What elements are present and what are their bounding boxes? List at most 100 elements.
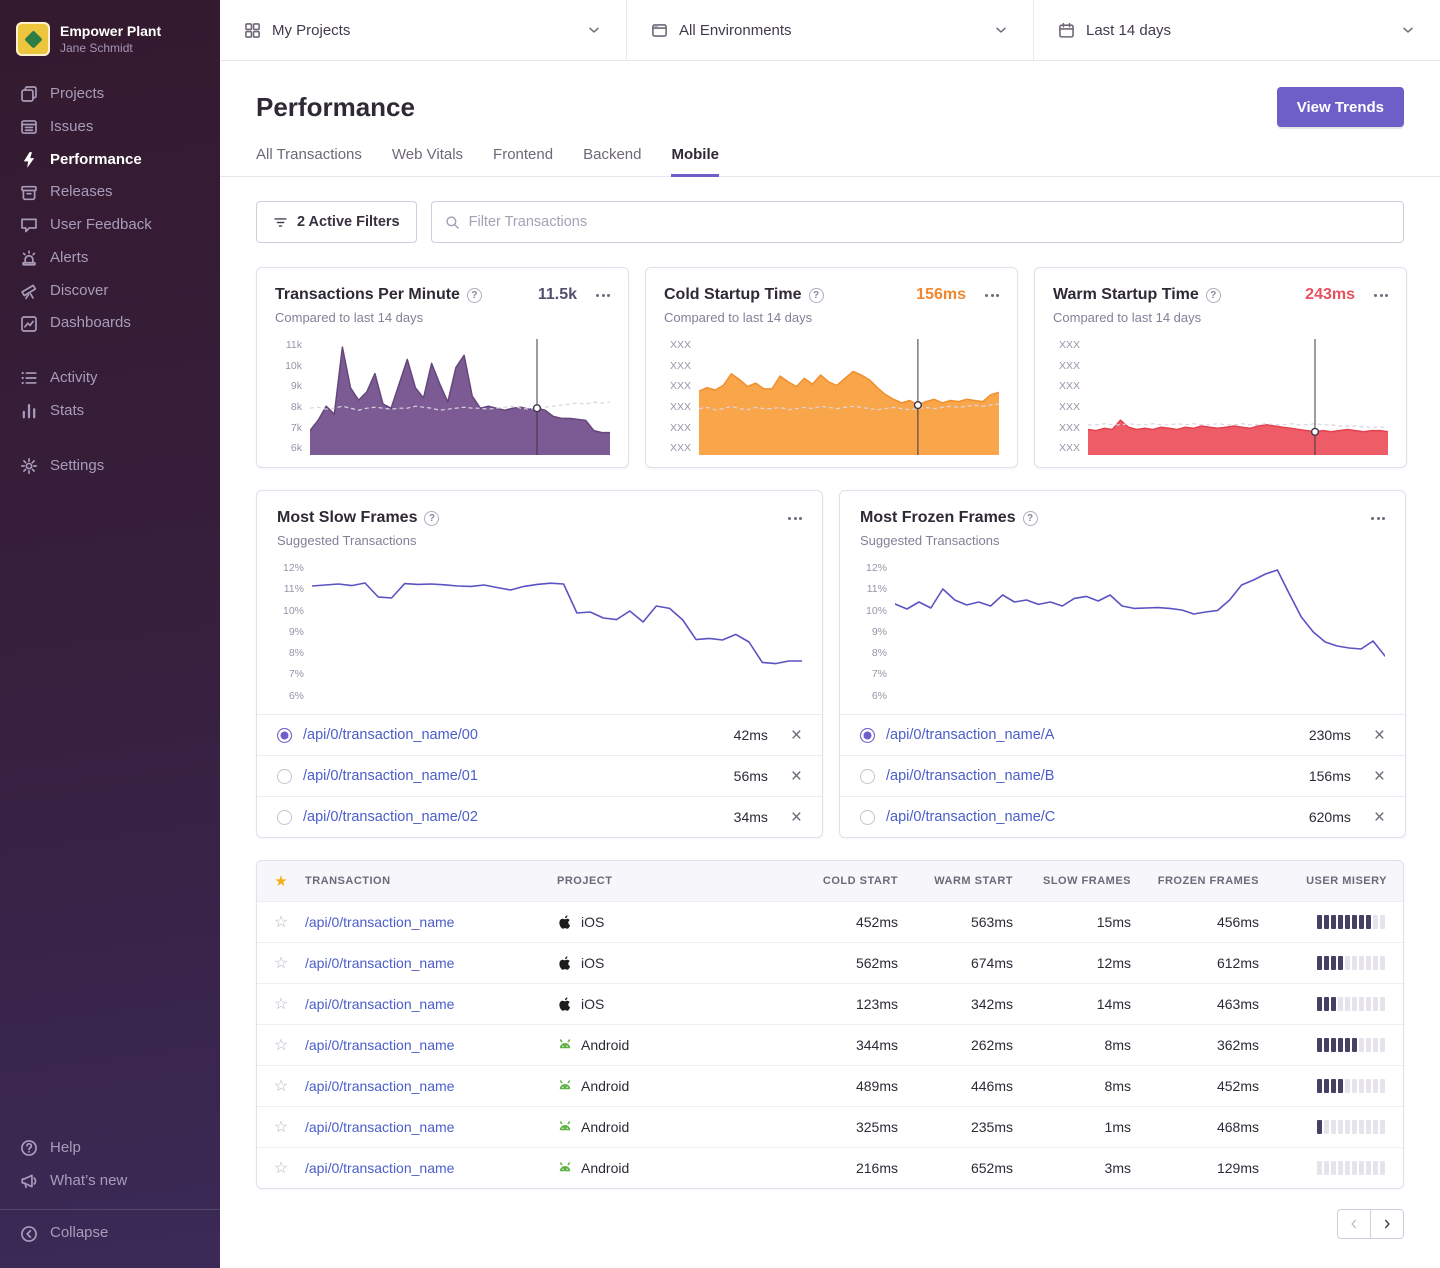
transaction-link[interactable]: /api/0/transaction_name/00 (303, 727, 478, 743)
org-switcher[interactable]: Empower Plant Jane Schmidt (0, 14, 220, 78)
y-axis-labels: XXXXXXXXXXXXXXXXXX (664, 339, 691, 455)
frozen-frames-value: 452ms (1147, 1078, 1275, 1094)
sidebar-item-issues[interactable]: Issues (0, 111, 220, 144)
star-outline-icon[interactable]: ☆ (274, 1035, 288, 1055)
transaction-link[interactable]: /api/0/transaction_name (305, 955, 454, 971)
transaction-link[interactable]: /api/0/transaction_name (305, 1037, 454, 1053)
cold-start-value: 325ms (804, 1119, 914, 1135)
card-menu-button[interactable] (1371, 517, 1385, 520)
next-page-button[interactable] (1370, 1209, 1404, 1239)
transaction-duration: 620ms (1309, 809, 1351, 825)
selector-value: All Environments (679, 22, 792, 39)
close-icon[interactable]: × (791, 808, 802, 827)
transaction-radio[interactable] (277, 769, 292, 784)
sidebar-item-user-feedback[interactable]: User Feedback (0, 209, 220, 242)
star-filled-icon[interactable]: ★ (274, 872, 287, 890)
sidebar-item-releases[interactable]: Releases (0, 176, 220, 209)
transaction-link[interactable]: /api/0/transaction_name/02 (303, 809, 478, 825)
sidebar-item-projects[interactable]: Projects (0, 78, 220, 111)
transaction-link[interactable]: /api/0/transaction_name (305, 914, 454, 930)
sidebar-item-discover[interactable]: Discover (0, 275, 220, 308)
transaction-link[interactable]: /api/0/transaction_name (305, 1160, 454, 1176)
column-header-slow-frames[interactable]: SLOW FRAMES (1029, 875, 1147, 887)
card-most-frozen-frames: Most Frozen Frames? Suggested Transactio… (839, 490, 1406, 838)
tab-mobile[interactable]: Mobile (671, 146, 719, 177)
projects-selector[interactable]: My Projects (220, 0, 626, 60)
active-filters-button[interactable]: 2 Active Filters (256, 201, 417, 243)
card-menu-button[interactable] (788, 517, 802, 520)
column-header-warm-start[interactable]: WARM START (914, 875, 1029, 887)
question-mark-icon[interactable]: ? (1023, 511, 1038, 526)
y-axis-labels: 11k10k9k8k7k6k (275, 339, 302, 455)
transaction-link[interactable]: /api/0/transaction_name (305, 1119, 454, 1135)
tab-frontend[interactable]: Frontend (493, 146, 553, 177)
question-mark-icon[interactable]: ? (467, 288, 482, 303)
table-row: ☆ /api/0/transaction_name iOS 452ms 563m… (257, 901, 1403, 942)
transaction-radio[interactable] (860, 810, 875, 825)
transaction-radio[interactable] (860, 728, 875, 743)
sidebar-item-what-s-new[interactable]: What’s new (0, 1165, 220, 1198)
sidebar-item-performance[interactable]: Performance (0, 144, 220, 177)
transactions-table: ★ TRANSACTIONPROJECTCOLD STARTWARM START… (256, 860, 1404, 1189)
feedback-icon (20, 216, 38, 234)
previous-page-button[interactable] (1337, 1209, 1371, 1239)
transaction-link[interactable]: /api/0/transaction_name/01 (303, 768, 478, 784)
transaction-link[interactable]: /api/0/transaction_name/B (886, 768, 1054, 784)
star-outline-icon[interactable]: ☆ (274, 953, 288, 973)
star-outline-icon[interactable]: ☆ (274, 1117, 288, 1137)
sidebar-item-settings[interactable]: Settings (0, 450, 220, 483)
date-range-selector[interactable]: Last 14 days (1033, 0, 1440, 60)
sidebar-item-help[interactable]: Help (0, 1132, 220, 1165)
tab-web-vitals[interactable]: Web Vitals (392, 146, 463, 177)
table-row: ☆ /api/0/transaction_name Android 325ms … (257, 1106, 1403, 1147)
user-misery-cell (1275, 1038, 1403, 1052)
search-icon (445, 215, 460, 230)
star-outline-icon[interactable]: ☆ (274, 1076, 288, 1096)
card-title: Cold Startup Time (664, 286, 802, 304)
tab-all-transactions[interactable]: All Transactions (256, 146, 362, 177)
sidebar-collapse-button[interactable]: Collapse (0, 1209, 220, 1250)
sidebar-item-stats[interactable]: Stats (0, 395, 220, 428)
question-mark-icon[interactable]: ? (809, 288, 824, 303)
column-header-user-misery[interactable]: USER MISERY (1275, 875, 1403, 887)
close-icon[interactable]: × (1374, 767, 1385, 786)
frozen-frames-value: 612ms (1147, 955, 1275, 971)
sidebar-item-alerts[interactable]: Alerts (0, 242, 220, 275)
question-mark-icon[interactable]: ? (1206, 288, 1221, 303)
sidebar-item-activity[interactable]: Activity (0, 362, 220, 395)
sidebar-item-dashboards[interactable]: Dashboards (0, 307, 220, 340)
close-icon[interactable]: × (1374, 726, 1385, 745)
close-icon[interactable]: × (791, 767, 802, 786)
sidebar-item-label: Dashboards (50, 314, 131, 333)
view-trends-button[interactable]: View Trends (1277, 87, 1404, 127)
help-icon (20, 1139, 38, 1157)
y-axis-labels: XXXXXXXXXXXXXXXXXX (1053, 339, 1080, 455)
star-outline-icon[interactable]: ☆ (274, 994, 288, 1014)
project-name: Android (581, 1119, 629, 1135)
chevron-down-icon (993, 22, 1009, 38)
close-icon[interactable]: × (1374, 808, 1385, 827)
tab-backend[interactable]: Backend (583, 146, 641, 177)
card-menu-button[interactable] (985, 294, 999, 297)
environment-selector[interactable]: All Environments (626, 0, 1033, 60)
star-outline-icon[interactable]: ☆ (274, 1158, 288, 1178)
question-mark-icon[interactable]: ? (424, 511, 439, 526)
transaction-link[interactable]: /api/0/transaction_name (305, 996, 454, 1012)
transaction-radio[interactable] (860, 769, 875, 784)
transaction-radio[interactable] (277, 810, 292, 825)
column-header-project[interactable]: PROJECT (557, 875, 804, 887)
column-header-transaction[interactable]: TRANSACTION (305, 875, 557, 887)
filter-transactions-input[interactable] (469, 214, 1390, 230)
transaction-link[interactable]: /api/0/transaction_name/A (886, 727, 1054, 743)
column-header-cold-start[interactable]: COLD START (804, 875, 914, 887)
card-menu-button[interactable] (596, 294, 610, 297)
transaction-link[interactable]: /api/0/transaction_name/C (886, 809, 1055, 825)
column-header-frozen-frames[interactable]: FROZEN FRAMES (1147, 875, 1275, 887)
transaction-radio[interactable] (277, 728, 292, 743)
close-icon[interactable]: × (791, 726, 802, 745)
card-menu-button[interactable] (1374, 294, 1388, 297)
star-outline-icon[interactable]: ☆ (274, 912, 288, 932)
transaction-link[interactable]: /api/0/transaction_name (305, 1078, 454, 1094)
warm-startup-time-chart (1088, 339, 1388, 455)
slow-frames-value: 15ms (1029, 914, 1147, 930)
